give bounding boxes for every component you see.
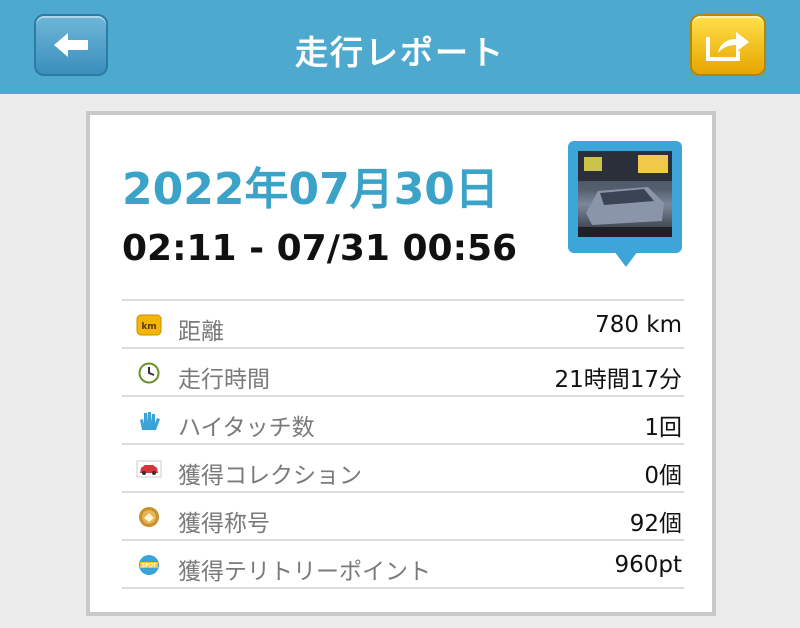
- stat-row-titles: 獲得称号 92個: [122, 491, 684, 539]
- stat-row-distance: km 距離 780 km: [122, 299, 684, 347]
- stat-label: 獲得テリトリーポイント: [178, 559, 431, 585]
- report-date: 2022年07月30日: [122, 164, 499, 215]
- medal-icon: [136, 506, 162, 528]
- stat-label: 走行時間: [178, 367, 270, 393]
- share-button[interactable]: [690, 14, 766, 76]
- stat-label: ハイタッチ数: [178, 415, 315, 441]
- hi-touch-hand-icon: [136, 410, 162, 432]
- stats-table: km 距離 780 km 走行時間 21時間17分 ハイタッチ数 1回 獲得コレ…: [122, 299, 684, 589]
- report-time-range: 02:11 - 07/31 00:56: [122, 228, 518, 269]
- stat-value: 1回: [644, 415, 682, 441]
- svg-text:SPOT: SPOT: [142, 563, 158, 569]
- clock-icon: [136, 362, 162, 384]
- map-pin-pointer: [614, 251, 638, 267]
- stat-row-driving-time: 走行時間 21時間17分: [122, 347, 684, 395]
- car-photo-thumbnail: [578, 151, 672, 237]
- stat-label: 距離: [178, 319, 224, 345]
- share-arrow-icon: [706, 32, 749, 61]
- stat-value: 780 km: [595, 312, 682, 338]
- stat-value: 960pt: [614, 552, 682, 578]
- stat-row-territory-points: SPOT 獲得テリトリーポイント 960pt: [122, 539, 684, 589]
- stat-label: 獲得称号: [178, 511, 270, 537]
- spot-badge-icon: SPOT: [136, 554, 162, 576]
- stat-value: 92個: [629, 511, 682, 537]
- stat-row-collection: 獲得コレクション 0個: [122, 443, 684, 491]
- page-title: 走行レポート: [295, 33, 505, 72]
- report-card: 2022年07月30日 02:11 - 07/31 00:56 km 距離 78…: [86, 111, 716, 616]
- stat-value: 21時間17分: [554, 367, 682, 393]
- km-badge-icon: km: [136, 314, 162, 336]
- stat-label: 獲得コレクション: [178, 463, 362, 489]
- stat-value: 0個: [644, 463, 682, 489]
- photo-map-pin[interactable]: [568, 141, 682, 253]
- car-icon: [136, 458, 162, 480]
- app-header: 走行レポート: [0, 0, 800, 94]
- stat-row-hi-touch: ハイタッチ数 1回: [122, 395, 684, 443]
- svg-text:km: km: [141, 322, 156, 332]
